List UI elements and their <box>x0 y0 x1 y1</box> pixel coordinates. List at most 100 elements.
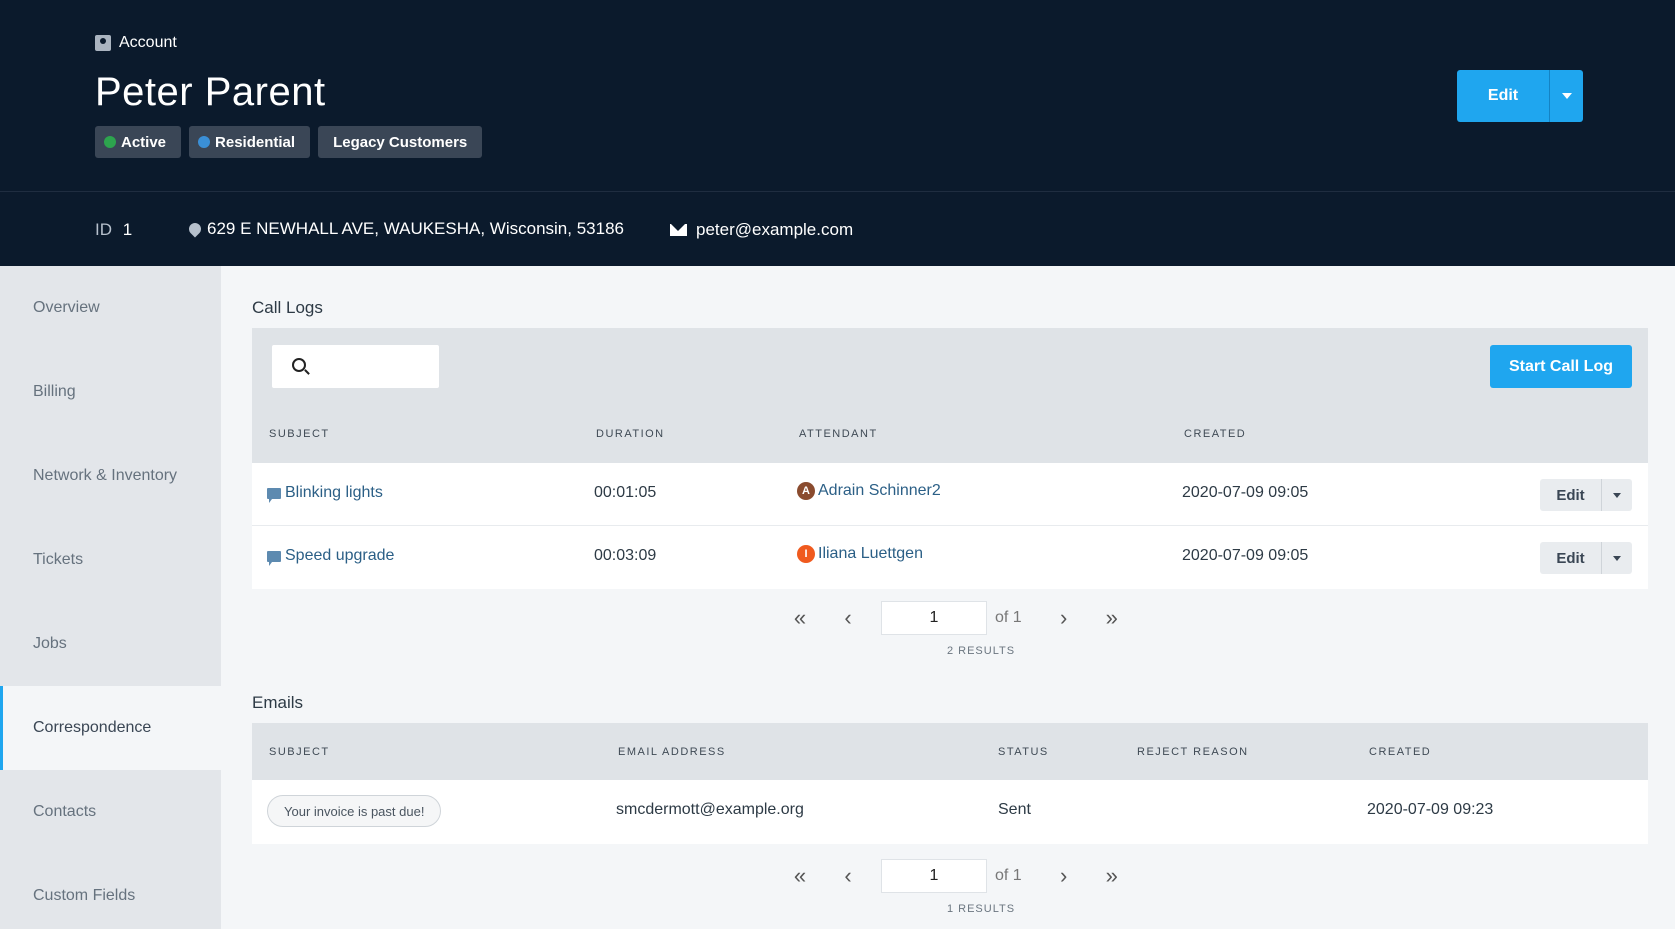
row-edit-button[interactable]: Edit <box>1540 479 1601 511</box>
chat-bubble-icon <box>267 487 281 503</box>
group-badge-legacy: Legacy Customers <box>318 126 483 158</box>
created-cell: 2020-07-09 09:05 <box>1182 547 1309 564</box>
edit-account-dropdown[interactable] <box>1549 70 1583 122</box>
emails-table-header: SUBJECT EMAIL ADDRESS STATUS REJECT REAS… <box>252 723 1648 780</box>
column-header-subject[interactable]: SUBJECT <box>269 428 330 440</box>
account-address[interactable]: 629 E NEWHALL AVE, WAUKESHA, Wisconsin, … <box>186 219 624 239</box>
correspondence-content: Call Logs Start Call Log SUBJECT DURATIO… <box>221 266 1675 929</box>
account-id: ID 1 <box>95 220 132 240</box>
email-address-cell: smcdermott@example.org <box>616 801 804 818</box>
breadcrumb[interactable]: Account <box>95 34 177 52</box>
results-count: 1 RESULTS <box>946 903 1016 915</box>
id-label: ID <box>95 220 112 239</box>
column-header-subject[interactable]: SUBJECT <box>269 746 330 758</box>
row-edit-button[interactable]: Edit <box>1540 542 1601 574</box>
call-logs-search-input[interactable] <box>272 345 439 388</box>
results-count: 2 RESULTS <box>946 645 1016 657</box>
column-header-created[interactable]: CREATED <box>1184 428 1246 440</box>
address-text: 629 E NEWHALL AVE, WAUKESHA, Wisconsin, … <box>207 219 624 238</box>
row-edit-split-button: Edit <box>1540 542 1632 574</box>
prev-page-icon[interactable]: ‹ <box>824 601 872 635</box>
next-page-icon[interactable]: › <box>1040 859 1088 893</box>
last-page-icon[interactable]: » <box>1088 601 1136 635</box>
first-page-icon[interactable]: « <box>776 859 824 893</box>
email-text: peter@example.com <box>696 220 854 239</box>
call-subject-link[interactable]: Blinking lights <box>267 484 383 503</box>
badge-label: Active <box>121 133 167 151</box>
account-summary-bar: ID 1 629 E NEWHALL AVE, WAUKESHA, Wiscon… <box>0 191 1675 266</box>
table-row: Speed upgrade 00:03:09 I Iliana Luettgen… <box>252 526 1648 589</box>
call-logs-pager: « ‹ 1 of 1 › » <box>776 601 1136 635</box>
attendant-link[interactable]: A Adrain Schinner2 <box>797 482 941 500</box>
attendant-link[interactable]: I Iliana Luettgen <box>797 545 923 563</box>
row-edit-dropdown[interactable] <box>1601 479 1632 511</box>
call-subject-link[interactable]: Speed upgrade <box>267 547 395 566</box>
avatar: I <box>797 545 815 563</box>
account-email[interactable]: peter@example.com <box>670 220 853 240</box>
sidebar-item-tickets[interactable]: Tickets <box>0 518 221 602</box>
created-cell: 2020-07-09 09:23 <box>1367 801 1494 818</box>
call-logs-toolbar: Start Call Log <box>252 328 1648 404</box>
account-header: Account Peter Parent Active Residential … <box>0 0 1675 191</box>
created-cell: 2020-07-09 09:05 <box>1182 484 1309 501</box>
sidebar-item-contacts[interactable]: Contacts <box>0 770 221 854</box>
attendant-name: Adrain Schinner2 <box>818 482 941 499</box>
search-icon <box>292 358 306 372</box>
column-header-created[interactable]: CREATED <box>1369 746 1431 758</box>
edit-account-split-button: Edit <box>1457 70 1583 122</box>
duration-cell: 00:03:09 <box>594 547 657 564</box>
map-pin-icon <box>186 220 204 238</box>
sidebar-item-overview[interactable]: Overview <box>0 266 221 350</box>
column-header-duration[interactable]: DURATION <box>596 428 665 440</box>
status-cell: Sent <box>998 801 1031 818</box>
attendant-name: Iliana Luettgen <box>818 545 923 562</box>
edit-account-button[interactable]: Edit <box>1457 70 1549 122</box>
id-value: 1 <box>122 220 133 239</box>
envelope-icon <box>670 224 687 236</box>
sidebar-item-network-inventory[interactable]: Network & Inventory <box>0 434 221 518</box>
sidebar-item-correspondence[interactable]: Correspondence <box>0 686 221 770</box>
emails-pager: « ‹ 1 of 1 › » <box>776 859 1136 893</box>
duration-cell: 00:01:05 <box>594 484 657 501</box>
badge-list: Active Residential Legacy Customers <box>95 126 483 158</box>
status-badge-active: Active <box>95 126 182 158</box>
column-header-reject-reason[interactable]: REJECT REASON <box>1137 746 1249 758</box>
last-page-icon[interactable]: » <box>1088 859 1136 893</box>
chevron-down-icon <box>1613 492 1621 498</box>
subject-text: Blinking lights <box>285 484 383 501</box>
page-number-input[interactable]: 1 <box>881 859 987 893</box>
row-edit-split-button: Edit <box>1540 479 1632 511</box>
badge-label: Legacy Customers <box>333 133 468 151</box>
prev-page-icon[interactable]: ‹ <box>824 859 872 893</box>
page-count: of 1 <box>995 867 1022 884</box>
email-subject-pill[interactable]: Your invoice is past due! <box>267 795 442 827</box>
page-title: Peter Parent <box>95 70 326 114</box>
sidebar-item-billing[interactable]: Billing <box>0 350 221 434</box>
sidebar-item-jobs[interactable]: Jobs <box>0 602 221 686</box>
badge-label: Residential <box>215 133 296 151</box>
page-count: of 1 <box>995 609 1022 626</box>
column-header-email-address[interactable]: EMAIL ADDRESS <box>618 746 726 758</box>
table-row: Blinking lights 00:01:05 A Adrain Schinn… <box>252 463 1648 526</box>
chat-bubble-icon <box>267 550 281 566</box>
type-badge-residential: Residential <box>189 126 311 158</box>
page-number-input[interactable]: 1 <box>881 601 987 635</box>
subject-text: Speed upgrade <box>285 547 395 564</box>
call-logs-table-header: SUBJECT DURATION ATTENDANT CREATED <box>252 404 1648 463</box>
table-row: Your invoice is past due! smcdermott@exa… <box>252 780 1648 844</box>
start-call-log-button[interactable]: Start Call Log <box>1489 345 1632 388</box>
avatar: A <box>797 482 815 500</box>
first-page-icon[interactable]: « <box>776 601 824 635</box>
blue-dot-icon <box>198 136 211 148</box>
green-dot-icon <box>104 136 116 148</box>
call-logs-title: Call Logs <box>252 298 323 317</box>
sidebar-item-custom-fields[interactable]: Custom Fields <box>0 854 221 929</box>
row-edit-dropdown[interactable] <box>1601 542 1632 574</box>
column-header-status[interactable]: STATUS <box>998 746 1049 758</box>
emails-title: Emails <box>252 693 304 712</box>
breadcrumb-label: Account <box>119 34 177 51</box>
sidebar-nav: Overview Billing Network & Inventory Tic… <box>0 266 221 929</box>
next-page-icon[interactable]: › <box>1040 601 1088 635</box>
column-header-attendant[interactable]: ATTENDANT <box>799 428 878 440</box>
chevron-down-icon <box>1561 93 1572 99</box>
